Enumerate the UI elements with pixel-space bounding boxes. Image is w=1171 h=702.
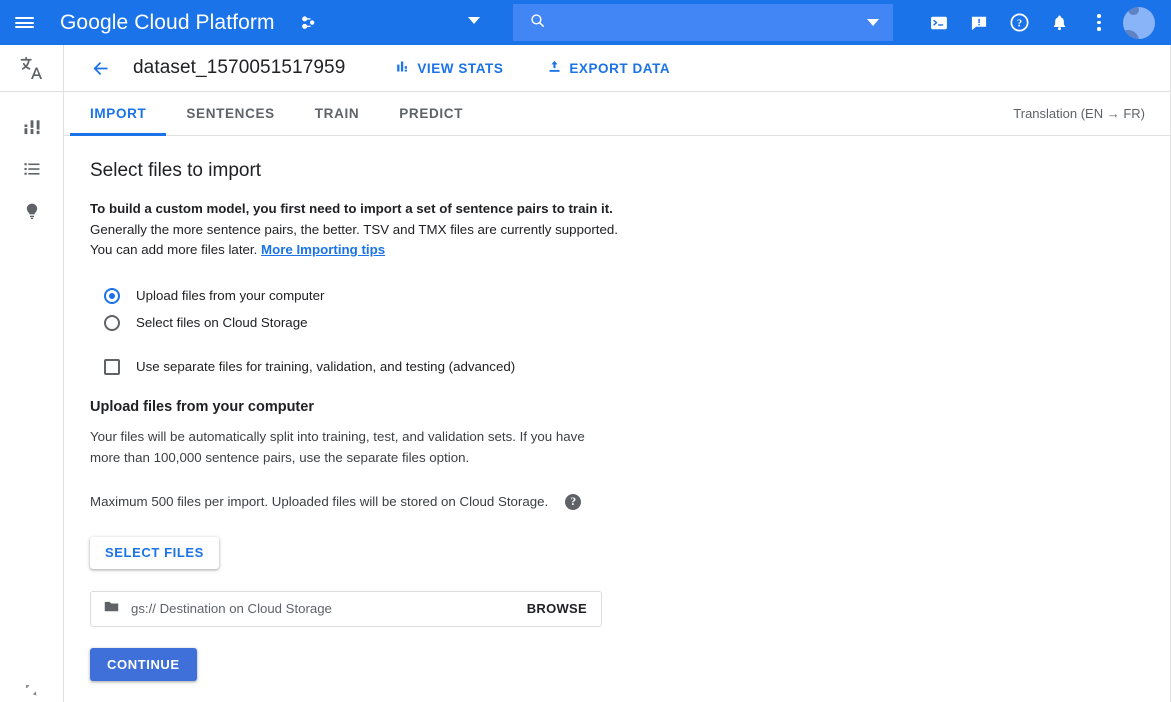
tab-train[interactable]: TRAIN — [295, 92, 380, 136]
view-stats-button[interactable]: VIEW STATS — [395, 59, 503, 77]
radio-upload-from-computer[interactable]: Upload files from your computer — [104, 283, 1171, 309]
intro-text: To build a custom model, you first need … — [90, 199, 1171, 261]
search-icon — [529, 12, 546, 34]
list-icon — [22, 159, 42, 184]
page-title: dataset_1570051517959 — [133, 57, 345, 79]
tab-sentences[interactable]: SENTENCES — [166, 92, 294, 136]
arrow-back-icon[interactable] — [90, 58, 111, 79]
intro-line-1: To build a custom model, you first need … — [90, 199, 1171, 220]
hamburger-menu-icon[interactable] — [0, 0, 48, 45]
upload-section-body: Your files will be automatically split i… — [90, 426, 1171, 468]
checkbox-unchecked-icon — [104, 359, 120, 375]
upload-body-line-1: Your files will be automatically split i… — [90, 426, 1171, 447]
project-nodes-icon[interactable] — [297, 12, 319, 34]
intro-line-3: You can add more files later. More Impor… — [90, 240, 1171, 261]
page-header: dataset_1570051517959 VIEW STATS EXPORT … — [64, 45, 1171, 92]
language-pair-badge: Translation (EN → FR) — [1013, 106, 1145, 121]
browse-button[interactable]: BROWSE — [527, 601, 587, 616]
export-data-label: EXPORT DATA — [569, 61, 670, 76]
brand-title[interactable]: Google Cloud Platform — [60, 11, 275, 35]
gcs-destination-placeholder: gs:// Destination on Cloud Storage — [131, 601, 527, 616]
sidebar-item-tips[interactable] — [0, 192, 63, 234]
separate-files-label: Use separate files for training, validat… — [136, 359, 515, 374]
more-importing-tips-link[interactable]: More Importing tips — [261, 242, 385, 257]
dashboard-icon — [22, 117, 42, 142]
separate-files-checkbox[interactable]: Use separate files for training, validat… — [104, 359, 1171, 375]
left-rail — [0, 45, 64, 702]
gcs-destination-input[interactable]: gs:// Destination on Cloud Storage BROWS… — [90, 591, 602, 627]
radio-cloud-label: Select files on Cloud Storage — [136, 315, 307, 330]
sidebar-item-datasets[interactable] — [0, 150, 63, 192]
main-content: Select files to import To build a custom… — [64, 136, 1171, 702]
tab-predict[interactable]: PREDICT — [379, 92, 483, 136]
svg-text:?: ? — [1016, 19, 1021, 30]
tab-bar: IMPORT SENTENCES TRAIN PREDICT Translati… — [64, 92, 1171, 136]
source-radio-group: Upload files from your computer Select f… — [90, 283, 1171, 336]
upload-icon — [547, 59, 562, 77]
intro-line-3-text: You can add more files later. — [90, 242, 261, 257]
notifications-bell-icon[interactable] — [1039, 0, 1079, 45]
help-icon[interactable]: ? — [999, 0, 1039, 45]
top-app-bar: Google Cloud Platform — [0, 0, 1171, 45]
project-selector-chevron-down-icon[interactable] — [468, 17, 480, 24]
app-root: Google Cloud Platform — [0, 0, 1171, 702]
folder-icon — [103, 598, 120, 620]
rail-items — [0, 92, 63, 234]
more-vert-icon[interactable] — [1079, 0, 1119, 45]
collapse-icon[interactable] — [0, 682, 63, 700]
avatar[interactable] — [1123, 7, 1155, 39]
view-stats-label: VIEW STATS — [417, 61, 503, 76]
bar-chart-icon — [395, 59, 410, 77]
export-data-button[interactable]: EXPORT DATA — [547, 59, 670, 77]
radio-upload-label: Upload files from your computer — [136, 288, 324, 303]
search-chevron-down-icon[interactable] — [867, 19, 879, 26]
terminal-icon[interactable] — [919, 0, 959, 45]
select-files-button[interactable]: SELECT FILES — [90, 537, 219, 569]
top-bar-icons: ? — [919, 0, 1163, 45]
upload-body-line-2: more than 100,000 sentence pairs, use th… — [90, 447, 1171, 468]
translate-icon[interactable] — [0, 45, 63, 92]
feedback-icon[interactable] — [959, 0, 999, 45]
continue-button[interactable]: CONTINUE — [90, 648, 197, 681]
search-input[interactable] — [513, 4, 893, 41]
sidebar-item-dashboard[interactable] — [0, 108, 63, 150]
section-heading: Select files to import — [90, 160, 1171, 182]
max-files-note-text: Maximum 500 files per import. Uploaded f… — [90, 494, 548, 509]
max-files-note: Maximum 500 files per import. Uploaded f… — [90, 494, 1171, 510]
intro-line-2: Generally the more sentence pairs, the b… — [90, 220, 1171, 241]
tab-import[interactable]: IMPORT — [70, 92, 166, 136]
radio-select-cloud-storage[interactable]: Select files on Cloud Storage — [104, 310, 1171, 336]
radio-unselected-icon — [104, 315, 120, 331]
radio-selected-icon — [104, 288, 120, 304]
upload-section-title: Upload files from your computer — [90, 399, 1171, 415]
help-circle-icon[interactable]: ? — [565, 494, 581, 510]
lightbulb-icon — [22, 201, 42, 226]
